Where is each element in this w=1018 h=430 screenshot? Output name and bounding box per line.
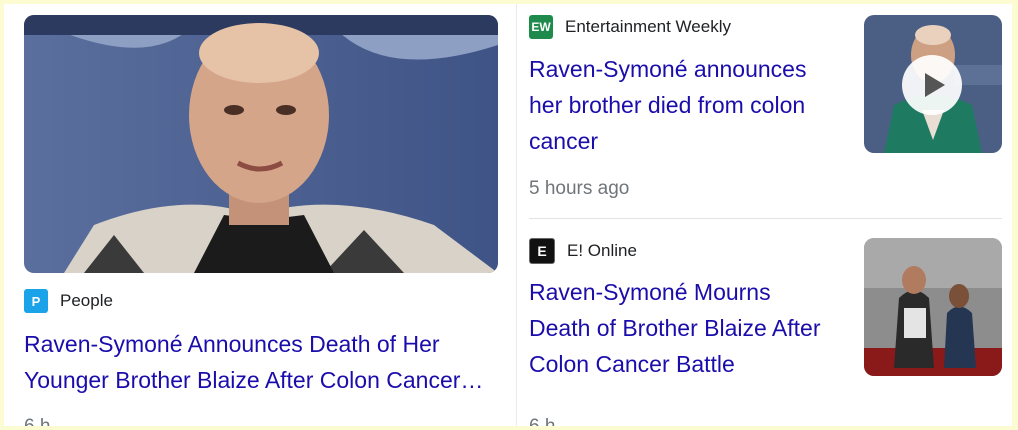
headline-line: her brother died from colon — [529, 92, 806, 118]
column-divider — [516, 4, 517, 426]
headline-line: Raven-Symoné announces — [529, 56, 807, 82]
headline-line: Raven-Symoné Mourns — [529, 279, 771, 305]
article-source-ew[interactable]: EW Entertainment Weekly — [529, 15, 731, 39]
article-video-thumbnail-ew[interactable] — [864, 15, 1002, 153]
headline-line: Colon Cancer Battle — [529, 351, 735, 377]
article-image-people[interactable] — [24, 15, 498, 273]
article-source-eonline[interactable]: E E! Online — [529, 238, 637, 264]
headline-line: cancer — [529, 128, 599, 154]
article-time: 6 h — [24, 416, 50, 426]
ew-logo-icon: EW — [529, 15, 553, 39]
article-time: 5 hours ago — [529, 178, 630, 199]
row-divider — [529, 218, 1002, 219]
source-name: E! Online — [567, 241, 637, 260]
headline-line: Raven-Symoné Announces Death of Her — [24, 331, 440, 357]
e-online-logo-icon: E — [529, 238, 555, 264]
news-carousel: P People Raven-Symoné Announces Death of… — [4, 4, 1012, 426]
headline-line: Death of Brother Blaize After — [529, 315, 821, 341]
article-image-eonline[interactable] — [864, 238, 1002, 376]
article-headline-eonline[interactable]: Raven-Symoné Mourns Death of Brother Bla… — [529, 274, 821, 382]
people-logo-icon: P — [24, 289, 48, 313]
headline-line: Younger Brother Blaize After Colon Cance… — [24, 367, 484, 393]
source-name: Entertainment Weekly — [565, 17, 731, 36]
source-name: People — [60, 291, 113, 310]
article-time: 6 h — [529, 416, 555, 426]
article-headline-people[interactable]: Raven-Symoné Announces Death of Her Youn… — [24, 326, 483, 398]
article-headline-ew[interactable]: Raven-Symoné announces her brother died … — [529, 51, 806, 159]
play-icon[interactable] — [902, 55, 962, 115]
article-source-people[interactable]: P People — [24, 289, 113, 313]
